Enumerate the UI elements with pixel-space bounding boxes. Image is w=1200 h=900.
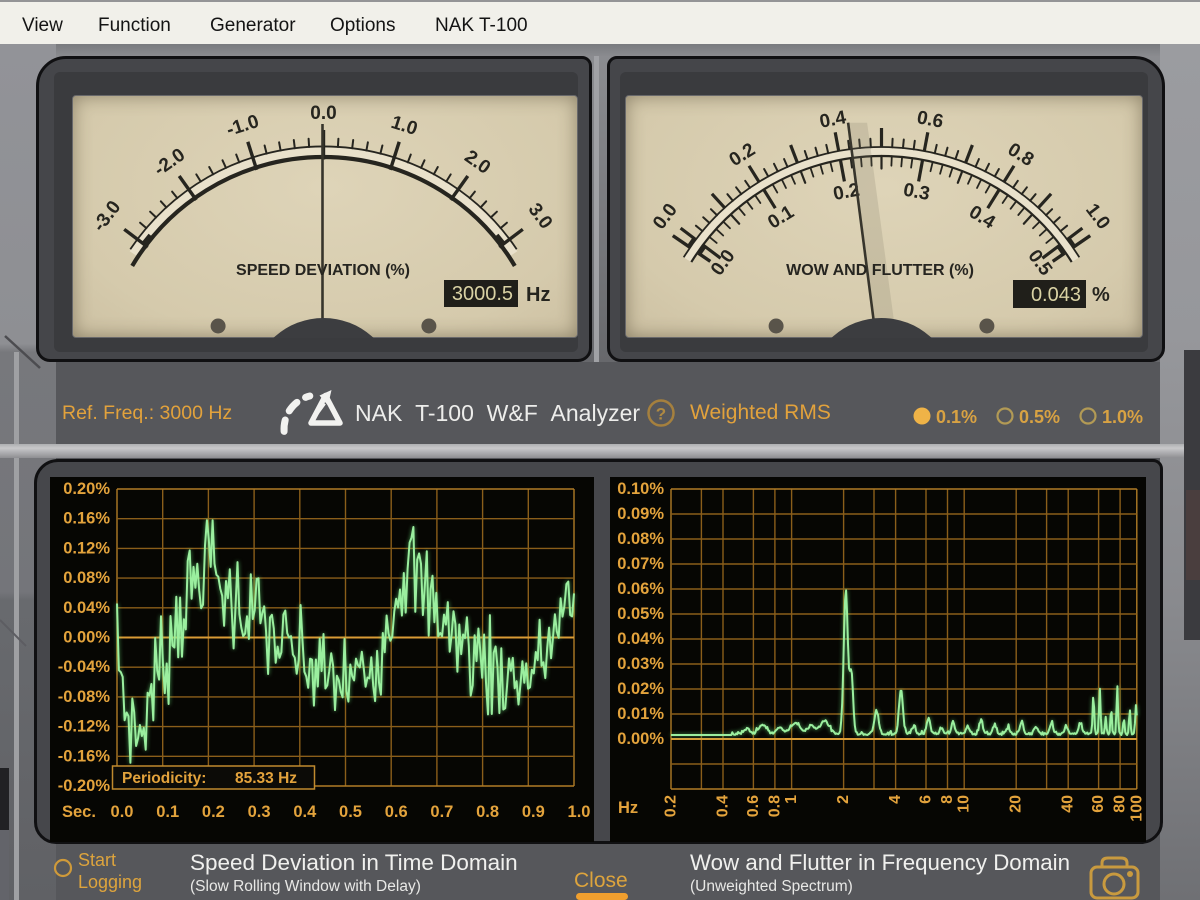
svg-text:1.0: 1.0 [568,803,591,821]
svg-text:-0.12%: -0.12% [58,718,111,736]
svg-text:0.08%: 0.08% [63,569,110,587]
svg-text:0.0: 0.0 [111,803,134,821]
svg-text:4: 4 [887,795,904,804]
svg-text:0.08%: 0.08% [617,530,664,548]
svg-text:0.6: 0.6 [385,803,408,821]
svg-text:Speed Deviation in Time Domain: Speed Deviation in Time Domain [190,850,518,875]
svg-text:0.01%: 0.01% [617,705,664,723]
svg-text:Logging: Logging [78,872,142,892]
svg-text:0.00%: 0.00% [617,730,664,748]
svg-text:0.7: 0.7 [430,803,453,821]
svg-text:-0.08%: -0.08% [58,688,111,706]
svg-text:0.4: 0.4 [715,795,732,817]
svg-text:Wow and Flutter in Frequency D: Wow and Flutter in Frequency Domain [690,850,1070,875]
svg-text:0.3: 0.3 [248,803,271,821]
svg-text:Hz: Hz [618,799,638,817]
svg-text:80: 80 [1112,795,1129,813]
svg-text:40: 40 [1060,795,1077,813]
svg-text:60: 60 [1090,795,1107,813]
svg-text:0.04%: 0.04% [63,599,110,617]
svg-text:-0.20%: -0.20% [58,777,111,795]
svg-text:0.1: 0.1 [156,803,179,821]
svg-text:10: 10 [956,795,973,813]
svg-text:0.20%: 0.20% [63,480,110,498]
svg-text:0.16%: 0.16% [63,510,110,528]
svg-text:0.5: 0.5 [339,803,362,821]
svg-text:0.05%: 0.05% [617,605,664,623]
svg-text:2: 2 [835,795,852,804]
svg-text:20: 20 [1008,795,1025,813]
svg-text:0.8: 0.8 [476,803,499,821]
svg-text:0.03%: 0.03% [617,655,664,673]
svg-text:0.06%: 0.06% [617,580,664,598]
svg-text:0.8: 0.8 [766,795,783,817]
svg-text:0.2: 0.2 [202,803,225,821]
svg-text:Close: Close [574,869,628,892]
svg-text:0.2: 0.2 [663,795,680,817]
svg-text:0.02%: 0.02% [617,680,664,698]
svg-text:0.10%: 0.10% [617,480,664,498]
svg-text:6: 6 [918,795,935,804]
svg-text:8: 8 [939,795,956,804]
svg-text:0.6: 0.6 [745,795,762,817]
svg-text:0.09%: 0.09% [617,505,664,523]
svg-text:0.07%: 0.07% [617,555,664,573]
svg-text:(Unweighted Spectrum): (Unweighted Spectrum) [690,878,853,895]
svg-text:100: 100 [1128,795,1145,822]
svg-text:Periodicity:: Periodicity: [122,770,206,787]
svg-text:-0.04%: -0.04% [58,658,111,676]
svg-text:0.00%: 0.00% [63,629,110,647]
svg-text:85.33 Hz: 85.33 Hz [235,770,297,787]
svg-text:-0.16%: -0.16% [58,747,111,765]
svg-text:Start: Start [78,850,116,870]
svg-text:0.4: 0.4 [293,803,317,821]
svg-text:0.9: 0.9 [522,803,545,821]
svg-text:1: 1 [783,795,800,804]
svg-text:(Slow Rolling Window with Dela: (Slow Rolling Window with Delay) [190,878,421,895]
svg-text:0.12%: 0.12% [63,539,110,557]
svg-text:0.04%: 0.04% [617,630,664,648]
svg-text:Sec.: Sec. [62,803,96,821]
